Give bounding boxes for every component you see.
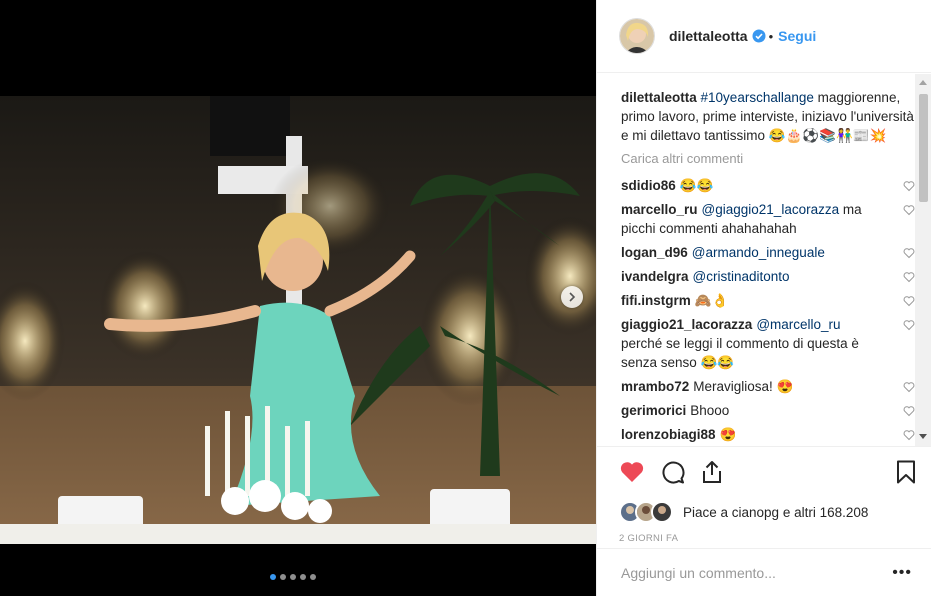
heart-outline-icon[interactable] (903, 247, 915, 259)
carousel-dot (280, 574, 286, 580)
heart-outline-icon[interactable] (903, 405, 915, 417)
post-actions: Piace a cianopg e altri 168.208 2 GIORNI… (597, 446, 931, 544)
likes-summary: Piace a cianopg e altri 168.208 (619, 501, 916, 523)
post-caption: dilettaleotta #10yearschallange maggiore… (621, 88, 915, 145)
heart-outline-icon[interactable] (903, 319, 915, 331)
caption-hashtag[interactable]: #10yearschallange (701, 90, 814, 105)
comment-mention[interactable]: @giaggio21_lacorazza (702, 202, 840, 217)
comment-username[interactable]: marcello_ru (621, 202, 698, 217)
scroll-down-arrow[interactable] (919, 434, 927, 439)
comment-item: logan_d96 @armando_inneguale (621, 243, 915, 262)
carousel-dot (270, 574, 276, 580)
carousel-indicator (270, 574, 316, 580)
comment-item: mrambo72 Meravigliosa! 😍 (621, 377, 915, 396)
comment-username[interactable]: fifi.instgrm (621, 293, 691, 308)
comment-username[interactable]: logan_d96 (621, 245, 688, 260)
liker-avatar[interactable] (651, 501, 673, 523)
header-separator: • (768, 28, 774, 44)
comment-username[interactable]: gerimorici (621, 403, 686, 418)
comment-item: ivandelgra @cristinaditonto (621, 267, 915, 286)
heart-outline-icon[interactable] (903, 429, 915, 441)
comment-text: 😂😂 (679, 178, 714, 193)
comment-icon[interactable] (661, 460, 685, 484)
comment-text: Meravigliosa! 😍 (693, 379, 794, 394)
caption-username[interactable]: dilettaleotta (621, 90, 697, 105)
comment-text: perché se leggi il commento di questa è … (621, 336, 859, 370)
avatar[interactable] (619, 18, 655, 54)
post-photo[interactable] (0, 96, 596, 544)
comment-text: Bhooo (690, 403, 730, 418)
carousel-dot (290, 574, 296, 580)
scroll-up-arrow[interactable] (919, 80, 927, 85)
comment-mention[interactable]: @cristinaditonto (693, 269, 790, 284)
heart-outline-icon[interactable] (903, 381, 915, 393)
comment-username[interactable]: mrambo72 (621, 379, 689, 394)
heart-outline-icon[interactable] (903, 271, 915, 283)
post-timestamp: 2 GIORNI FA (619, 533, 679, 544)
more-options-button[interactable]: ••• (892, 564, 912, 582)
carousel-dot (310, 574, 316, 580)
add-comment-bar: ••• (597, 548, 931, 596)
carousel-dot (300, 574, 306, 580)
comment-item: lorenzobiagi88 😍 (621, 425, 915, 444)
heart-filled-icon[interactable] (619, 460, 645, 484)
chevron-right-icon (569, 292, 576, 302)
comment-item: fifi.instgrm 🙈👌 (621, 291, 915, 310)
comment-input[interactable] (619, 563, 893, 582)
comments-list[interactable]: dilettaleotta #10yearschallange maggiore… (597, 74, 915, 446)
heart-outline-icon[interactable] (903, 204, 915, 216)
comment-item: sdidio86 😂😂 (621, 176, 915, 195)
comment-username[interactable]: lorenzobiagi88 (621, 427, 716, 442)
follow-button[interactable]: Segui (778, 28, 816, 44)
bookmark-icon[interactable] (896, 460, 916, 484)
load-more-comments[interactable]: Carica altri commenti (621, 151, 915, 166)
likes-count-text[interactable]: Piace a cianopg e altri 168.208 (683, 505, 868, 520)
heart-outline-icon[interactable] (903, 180, 915, 192)
verified-badge-icon (752, 29, 766, 43)
comment-username[interactable]: ivandelgra (621, 269, 689, 284)
comment-mention[interactable]: @armando_inneguale (692, 245, 825, 260)
comment-username[interactable]: giaggio21_lacorazza (621, 317, 752, 332)
comment-text: 🙈👌 (694, 293, 729, 308)
header-username[interactable]: dilettaleotta (669, 28, 748, 44)
comment-item: marcello_ru @giaggio21_lacorazza ma picch… (621, 200, 915, 238)
comment-username[interactable]: sdidio86 (621, 178, 676, 193)
carousel-next-button[interactable] (561, 286, 583, 308)
avatar-image (620, 19, 654, 53)
photo-illustration (0, 96, 596, 544)
post-header: dilettaleotta • Segui (597, 0, 931, 73)
heart-outline-icon[interactable] (903, 295, 915, 307)
post-media (0, 0, 596, 596)
comment-item: gerimorici Bhooo (621, 401, 915, 420)
post-sidebar: dilettaleotta • Segui dilettaleotta #10y… (596, 0, 931, 596)
share-icon[interactable] (701, 460, 723, 484)
comment-item: giaggio21_lacorazza @marcello_ru perché s… (621, 315, 915, 372)
comment-text: 😍 (719, 427, 737, 442)
comment-mention[interactable]: @marcello_ru (756, 317, 840, 332)
scrollbar-thumb[interactable] (919, 94, 928, 202)
